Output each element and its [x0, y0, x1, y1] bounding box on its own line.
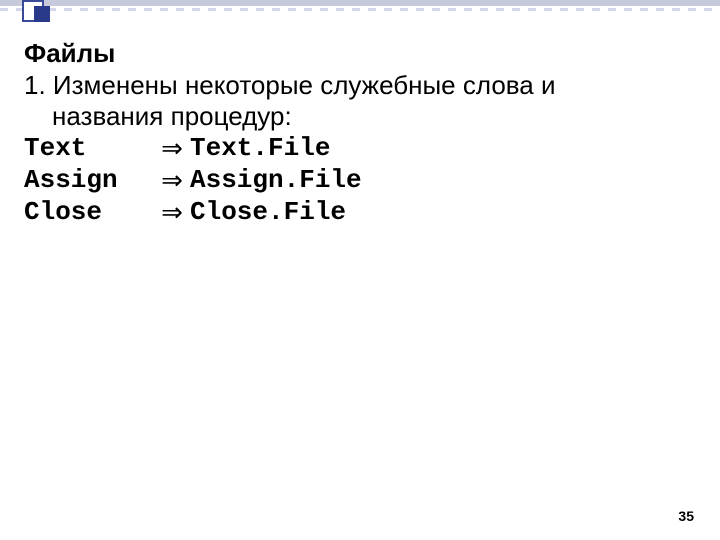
slide: Файлы 1. Изменены некоторые служебные сл…	[0, 0, 720, 540]
mapping-row: Close ⇒ Close.File	[24, 197, 696, 229]
mapping-row: Text ⇒ Text.File	[24, 133, 696, 165]
content-block: Файлы 1. Изменены некоторые служебные сл…	[24, 38, 696, 228]
mapping-new: Text.File	[190, 133, 330, 165]
header-square-fill	[34, 6, 50, 22]
section-title: Файлы	[24, 38, 696, 70]
mapping-new: Close.File	[190, 197, 346, 229]
mapping-old: Assign	[24, 165, 154, 197]
mapping-row: Assign ⇒ Assign.File	[24, 165, 696, 197]
intro-line-1: 1. Изменены некоторые служебные слова и	[24, 70, 696, 102]
arrow-icon: ⇒	[154, 133, 190, 165]
mapping-old: Text	[24, 133, 154, 165]
arrow-icon: ⇒	[154, 197, 190, 229]
mapping-old: Close	[24, 197, 154, 229]
header-bar	[0, 0, 720, 6]
page-number: 35	[678, 508, 694, 524]
mapping-new: Assign.File	[190, 165, 362, 197]
intro-line-2: названия процедур:	[24, 101, 696, 133]
header-dashes	[0, 8, 720, 11]
header-decoration	[0, 0, 720, 24]
arrow-icon: ⇒	[154, 165, 190, 197]
